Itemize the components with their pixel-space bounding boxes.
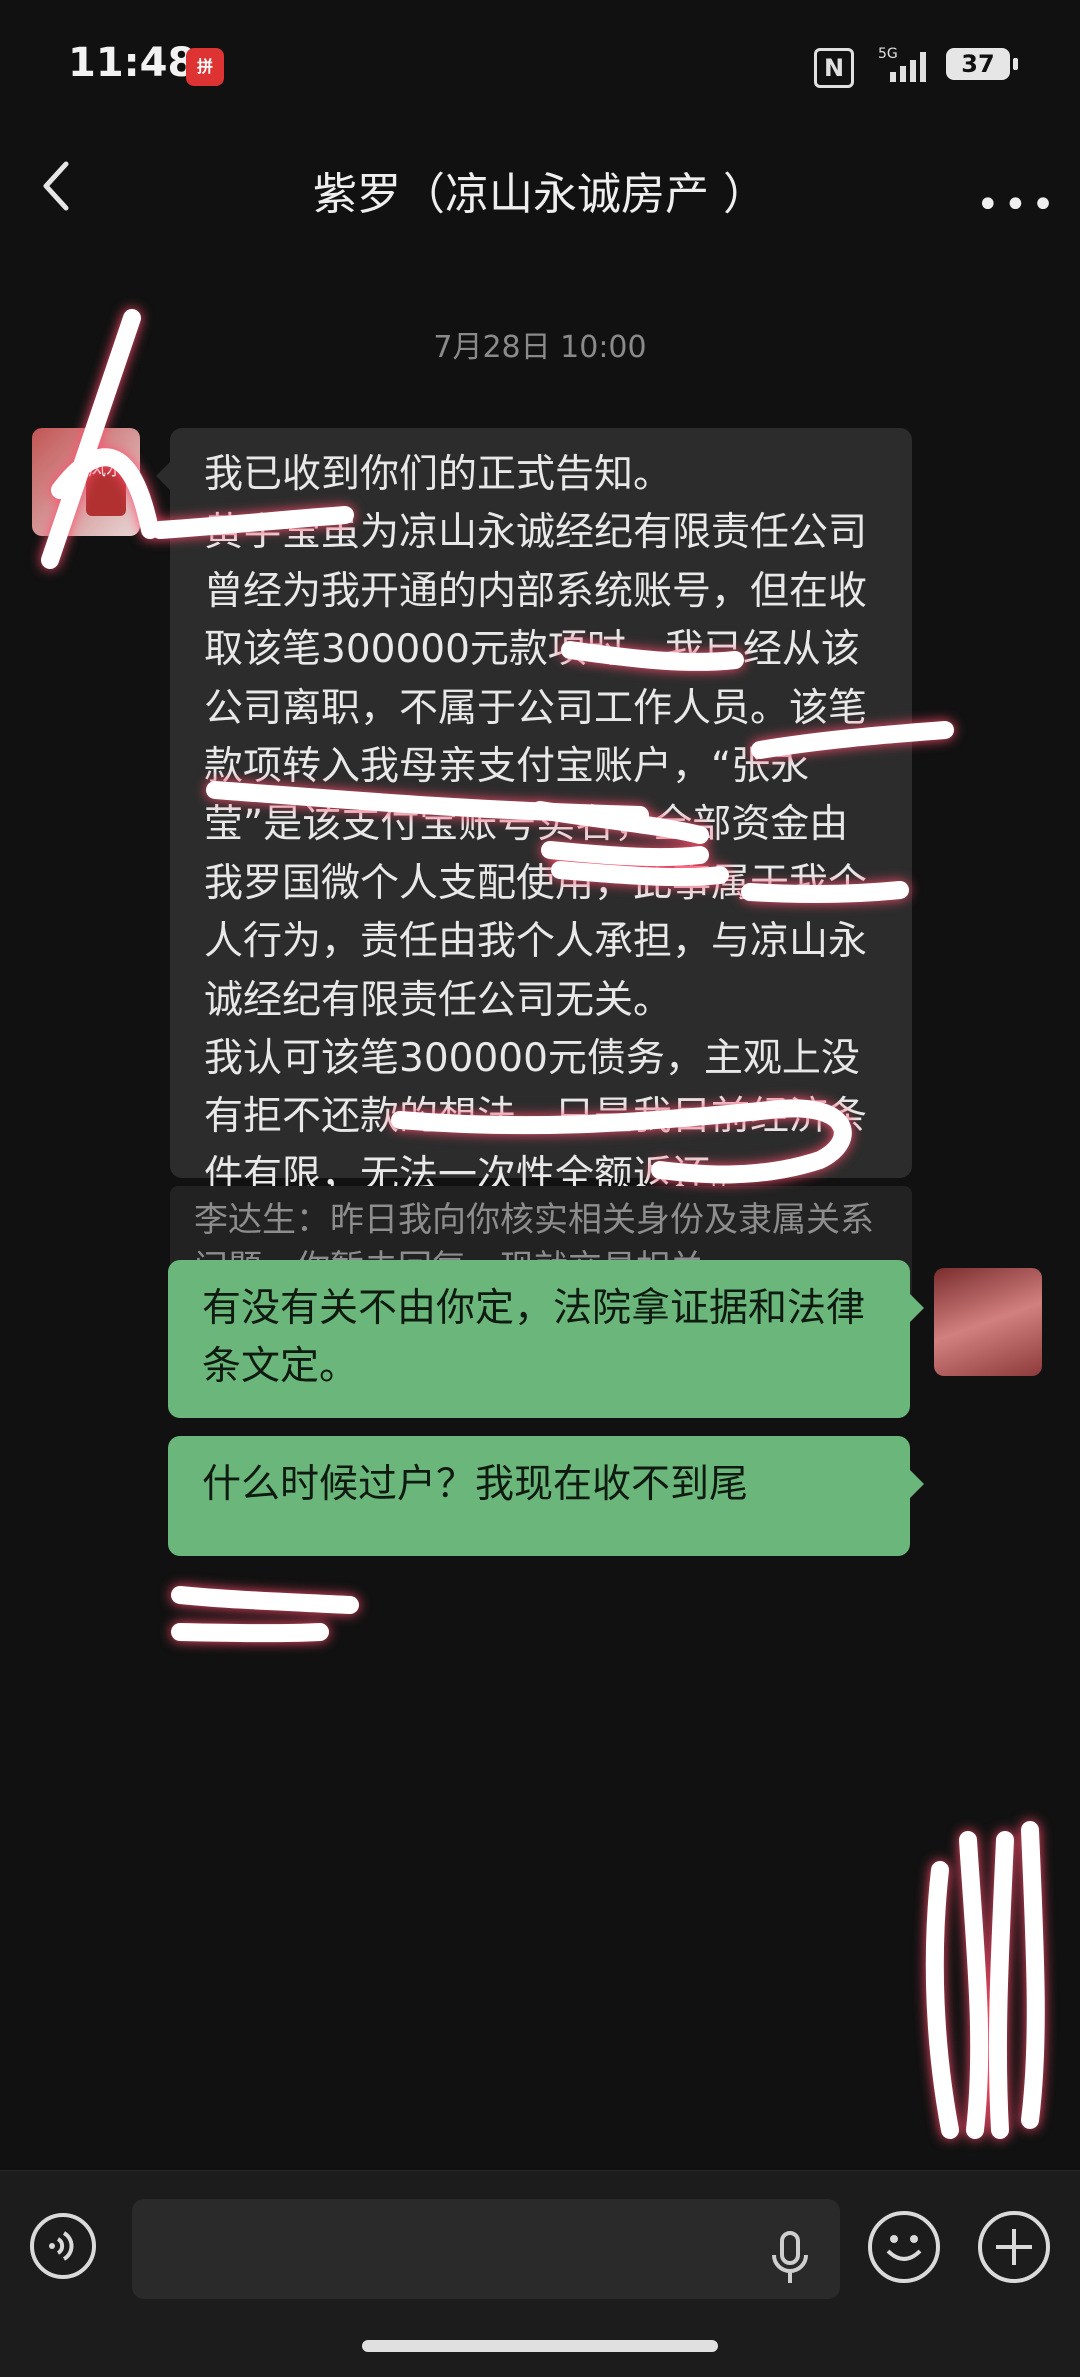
timestamp: 7月28日 10:00 <box>433 330 647 365</box>
signal-5g-icon: 5G <box>878 46 926 82</box>
microphone-icon[interactable] <box>770 2231 810 2287</box>
outgoing-message-bubble[interactable]: 什么时候过户？我现在收不到尾 <box>168 1436 924 1556</box>
emoji-button[interactable] <box>868 2211 940 2283</box>
voice-input-button[interactable] <box>30 2213 96 2279</box>
home-indicator[interactable] <box>362 2340 718 2352</box>
voice-icon <box>49 2231 74 2261</box>
status-bar: 11:48 拼 N 5G 37 <box>0 0 1080 120</box>
more-functions-button[interactable] <box>978 2211 1050 2283</box>
outgoing-message-text: 有没有关不由你定，法院拿证据和法律条文定。 <box>202 1286 866 1389</box>
more-dots-icon: ••• <box>976 182 1059 228</box>
chat-area[interactable]: 7月28日 10:00 风水 我已收到你们的正式告知。 黄宇莹虽为凉山永诚经纪有… <box>0 250 1080 2170</box>
chat-title: 紫罗（凉山永诚房产 ） <box>313 169 767 220</box>
plus-icon <box>996 2229 1032 2265</box>
battery-icon: 37 <box>946 48 1018 80</box>
avatar-logo: 风水 <box>86 456 126 516</box>
outgoing-message-bubble[interactable]: 有没有关不由你定，法院拿证据和法律条文定。 <box>168 1260 924 1418</box>
more-options-button[interactable]: ••• <box>966 160 1055 228</box>
chat-header: 紫罗（凉山永诚房产 ） ••• <box>0 120 1080 250</box>
app-notification-icon: 拼 <box>186 48 224 86</box>
outgoing-message-text: 什么时候过户？我现在收不到尾 <box>202 1462 749 1507</box>
nfc-icon: N <box>814 48 854 88</box>
contact-avatar[interactable]: 风水 <box>32 428 140 536</box>
incoming-message-bubble[interactable]: 我已收到你们的正式告知。 黄宇莹虽为凉山永诚经纪有限责任公司曾经为我开通的内部系… <box>156 428 912 1373</box>
smiley-icon <box>886 2235 922 2261</box>
message-input[interactable] <box>132 2199 840 2299</box>
status-time: 11:48 <box>68 40 196 86</box>
my-avatar[interactable] <box>934 1268 1042 1376</box>
network-label: 5G <box>878 46 898 62</box>
